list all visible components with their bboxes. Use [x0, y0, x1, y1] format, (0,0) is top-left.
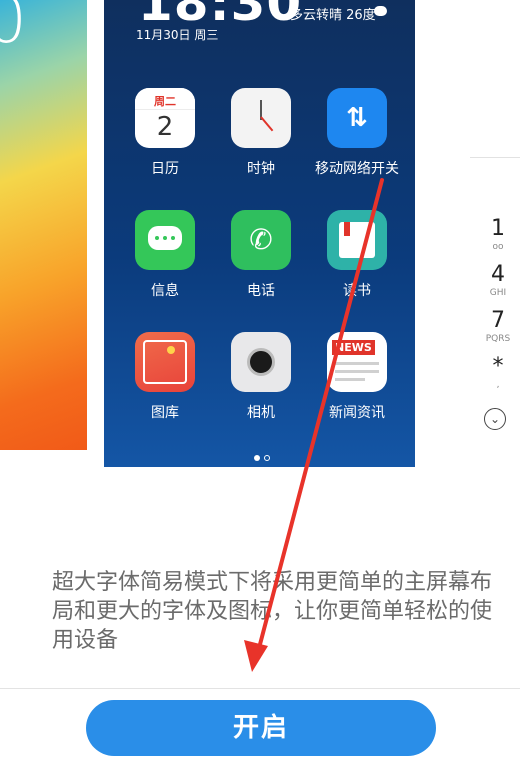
dialer-key-number: 7	[491, 308, 505, 333]
page-dot-active	[254, 455, 260, 461]
dialer-key-letters: GHI	[489, 288, 507, 298]
app-label: 电话	[247, 283, 275, 299]
clock-icon	[231, 88, 291, 148]
calendar-weekday: 周二	[135, 88, 195, 110]
simple-mode-preview: 18:30 多云转晴 26度 11月30日 周三 周二 2 日历 时钟 ⇅ 移动…	[104, 0, 415, 467]
left-preview-card[interactable]: 0	[0, 0, 87, 450]
preview-date: 11月30日 周三	[136, 28, 219, 42]
dialer-key: 7 PQRS	[480, 308, 516, 344]
cloud-icon	[374, 6, 387, 16]
camera-icon	[231, 332, 291, 392]
app-news: NEWS 新闻资讯	[307, 332, 407, 422]
app-messages: 信息	[115, 210, 215, 300]
app-label: 新闻资讯	[329, 405, 385, 421]
page-dot	[264, 455, 270, 461]
preview-weather: 多云转晴 26度	[290, 8, 376, 23]
app-mobile-data: ⇅ 移动网络开关	[307, 88, 407, 178]
app-label: 日历	[151, 161, 179, 177]
messages-icon	[135, 210, 195, 270]
right-preview-card[interactable]: 1 ᴏᴏ 4 GHI 7 PQRS * , ⌄	[470, 150, 520, 580]
calendar-icon: 周二 2	[135, 88, 195, 148]
app-label: 相机	[247, 405, 275, 421]
dialer-key-number: 4	[491, 262, 505, 287]
calendar-day: 2	[156, 112, 174, 142]
app-label: 读书	[343, 283, 371, 299]
app-label: 信息	[151, 283, 179, 299]
book-icon	[327, 210, 387, 270]
dialer-key-letters: PQRS	[485, 334, 511, 344]
divider	[0, 688, 520, 689]
app-reading: 读书	[307, 210, 407, 300]
mode-description: 超大字体简易模式下将采用更简单的主屏幕布局和更大的字体及图标，让你更简单轻松的使…	[52, 570, 493, 653]
dialer-key: * ,	[480, 354, 516, 390]
divider	[470, 157, 520, 158]
news-icon: NEWS	[327, 332, 387, 392]
dialer-key-number: *	[492, 354, 504, 379]
left-card-clock-fragment: 0	[0, 0, 27, 58]
app-camera: 相机	[211, 332, 311, 422]
dialer-key-number: 1	[491, 216, 505, 241]
app-calendar: 周二 2 日历	[115, 88, 215, 178]
gallery-icon	[135, 332, 195, 392]
dialer-key: 1 ᴏᴏ	[480, 216, 516, 252]
page-indicator	[254, 446, 274, 465]
enable-button[interactable]: 开启	[86, 700, 436, 756]
phone-icon: ✆	[231, 210, 291, 270]
dialer-key: 4 GHI	[480, 262, 516, 298]
dialer-key-letters: ᴏᴏ	[492, 242, 504, 252]
mobile-data-icon: ⇅	[327, 88, 387, 148]
chevron-down-icon: ⌄	[484, 408, 506, 430]
app-gallery: 图库	[115, 332, 215, 422]
news-tag: NEWS	[332, 340, 375, 355]
app-clock: 时钟	[211, 88, 311, 178]
app-label: 图库	[151, 405, 179, 421]
app-label: 移动网络开关	[315, 161, 399, 177]
dialer-key-letters: ,	[496, 380, 500, 390]
app-label: 时钟	[247, 161, 275, 177]
app-phone: ✆ 电话	[211, 210, 311, 300]
